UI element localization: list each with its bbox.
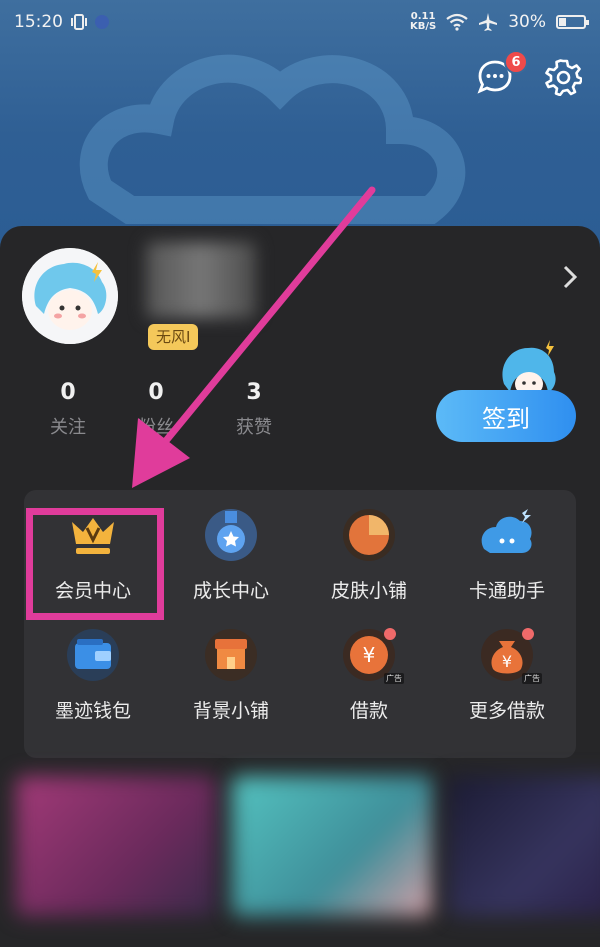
grid-item-background-shop[interactable]: 背景小铺 <box>162 626 300 746</box>
grid-item-skin-shop[interactable]: 皮肤小铺 <box>300 506 438 626</box>
grid-item-vip-center[interactable]: 会员中心 <box>24 506 162 626</box>
username-blurred <box>146 242 256 318</box>
ad-tag: 广告 <box>384 673 404 684</box>
money-bag-icon: ¥ 广告 <box>478 626 542 684</box>
svg-text:¥: ¥ <box>363 643 376 667</box>
banner-item[interactable] <box>232 776 432 916</box>
avatar[interactable] <box>22 248 118 344</box>
grid-item-wallet[interactable]: 墨迹钱包 <box>24 626 162 746</box>
grid-item-loan[interactable]: ¥ 广告 借款 <box>300 626 438 746</box>
battery-icon <box>556 15 589 29</box>
app-notification-icon <box>95 15 109 29</box>
services-grid: 会员中心 成长中心 皮肤小铺 卡通助手 墨迹钱包 背景小铺 ¥ 广告 借款 ¥ … <box>24 490 576 758</box>
coin-icon: ¥ 广告 <box>340 626 404 684</box>
cartoon-cloud-icon <box>478 506 536 564</box>
banner-item[interactable] <box>16 776 216 916</box>
medal-icon <box>202 506 260 564</box>
message-count-badge: 6 <box>504 50 528 74</box>
crown-icon <box>64 506 122 564</box>
grid-item-cartoon-assistant[interactable]: 卡通助手 <box>438 506 576 626</box>
grid-item-growth-center[interactable]: 成长中心 <box>162 506 300 626</box>
ad-tag: 广告 <box>522 673 542 684</box>
stat-followers[interactable]: 0 粉丝 <box>100 380 212 439</box>
sign-in-button[interactable]: 签到 <box>436 390 576 442</box>
avatar-cartoon-icon <box>22 248 118 344</box>
status-time: 15:20 <box>14 12 63 32</box>
settings-gear-icon[interactable] <box>544 58 582 96</box>
svg-text:¥: ¥ <box>502 652 512 671</box>
vibrate-icon <box>71 14 87 30</box>
messages-button[interactable]: 6 <box>476 50 528 96</box>
wifi-icon <box>446 13 468 31</box>
banner-carousel <box>16 776 600 916</box>
level-tag: 无风I <box>148 324 199 350</box>
stats-row: 0 关注 0 粉丝 3 获赞 <box>22 380 310 439</box>
red-dot-indicator <box>522 628 534 640</box>
wallet-icon <box>64 626 122 684</box>
grid-item-more-loans[interactable]: ¥ 广告 更多借款 <box>438 626 576 746</box>
shop-icon <box>202 626 260 684</box>
airplane-icon <box>479 13 498 31</box>
red-dot-indicator <box>384 628 396 640</box>
status-bar: 15:20 0.11 KB/S 30% <box>0 0 600 44</box>
pie-icon <box>340 506 398 564</box>
cloud-decoration-icon <box>79 54 466 224</box>
banner-item[interactable] <box>448 776 600 916</box>
chevron-right-icon[interactable] <box>562 264 578 290</box>
network-speed: 0.11 KB/S <box>409 11 437 32</box>
battery-percent: 30% <box>508 12 546 32</box>
stat-likes[interactable]: 3 获赞 <box>198 380 310 439</box>
